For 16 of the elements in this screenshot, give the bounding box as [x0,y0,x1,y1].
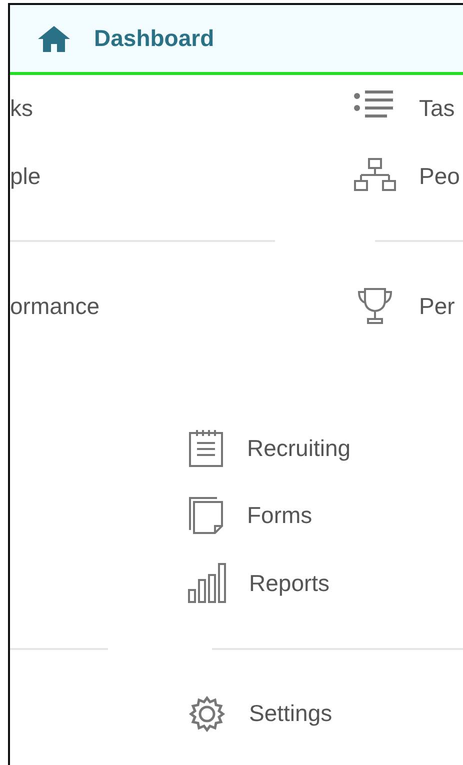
menu-item[interactable]: Tas [353,88,455,128]
menu-item[interactable]: Peo [353,156,460,196]
menu-item[interactable]: Reports [187,562,330,604]
bar-chart-icon [187,562,227,604]
home-icon [36,24,72,54]
page-title: Dashboard [94,25,214,52]
menu-item[interactable]: ple [10,162,41,190]
menu-item[interactable]: ormance [10,292,100,320]
settings-icon [187,694,227,734]
pages-icon [187,496,225,536]
menu-item[interactable]: Settings [187,694,332,734]
menu-item[interactable]: Forms [187,496,312,536]
menu-item[interactable]: ks [10,94,33,122]
menu-item[interactable]: Recruiting [187,428,351,468]
notepad-icon [187,428,225,468]
menu-item[interactable]: Per [353,286,455,326]
